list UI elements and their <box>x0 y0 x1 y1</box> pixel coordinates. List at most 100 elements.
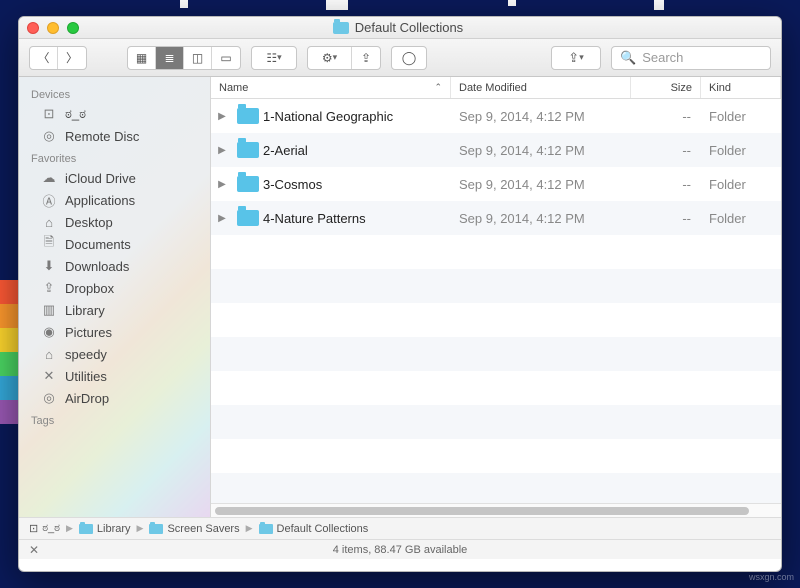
share-button[interactable]: ⇪ <box>352 47 380 69</box>
column-header-date[interactable]: Date Modified <box>451 77 631 98</box>
file-name: 1-National Geographic <box>263 109 451 124</box>
path-separator-icon: ▶ <box>246 523 253 534</box>
sidebar-section-label: Devices <box>19 83 210 103</box>
sidebar-item-label: Library <box>65 303 105 318</box>
tags-button[interactable]: ◯ <box>391 46 427 70</box>
sidebar-item-label: AirDrop <box>65 391 109 406</box>
sidebar-item[interactable]: ⇪ Dropbox <box>19 277 210 299</box>
sort-indicator-icon: ⌃ <box>434 82 442 93</box>
path-bar: ⊡ಠ_ಠ▶Library▶Screen Savers▶Default Colle… <box>19 517 781 539</box>
file-size: -- <box>631 211 701 226</box>
file-kind: Folder <box>701 109 781 124</box>
sidebar-item-label: Applications <box>65 193 135 208</box>
file-row[interactable]: ▶ 4-Nature PatternsSep 9, 2014, 4:12 PM--… <box>211 201 781 235</box>
sidebar-item[interactable]: ◉Pictures <box>19 321 210 343</box>
file-date: Sep 9, 2014, 4:12 PM <box>451 211 631 226</box>
traffic-lights <box>27 22 79 34</box>
disclosure-triangle-icon[interactable]: ▶ <box>211 179 233 190</box>
zoom-button[interactable] <box>67 22 79 34</box>
close-button[interactable] <box>27 22 39 34</box>
arrange-button[interactable]: ☷ ▾ <box>252 47 296 69</box>
file-date: Sep 9, 2014, 4:12 PM <box>451 177 631 192</box>
pathbar-close-button[interactable]: ✕ <box>29 543 39 557</box>
sidebar-item[interactable]: Ⓐ Applications <box>19 189 210 211</box>
search-field[interactable]: 🔍 Search <box>611 46 771 70</box>
column-header-name[interactable]: Name⌃ <box>211 77 451 98</box>
sidebar-item[interactable]: ⊡ ಠ_ಠ <box>19 103 210 125</box>
sidebar-item[interactable]: ⌂ Desktop <box>19 211 210 233</box>
path-crumb[interactable]: ⊡ಠ_ಠ <box>29 522 60 535</box>
path-crumb[interactable]: Library <box>79 523 131 535</box>
arrange-group: ☷ ▾ <box>251 46 297 70</box>
path-crumb-label: Screen Savers <box>167 523 239 535</box>
path-crumb[interactable]: Default Collections <box>259 523 369 535</box>
file-row[interactable]: ▶1-National GeographicSep 9, 2014, 4:12 … <box>211 99 781 133</box>
sidebar-item-icon: ◉ <box>41 324 57 340</box>
sidebar-item-label: speedy <box>65 347 107 362</box>
back-button[interactable]: 〈 <box>30 47 58 69</box>
sidebar-item-icon: Ⓐ <box>41 192 57 208</box>
sidebar-item-label: Desktop <box>65 215 113 230</box>
minimize-button[interactable] <box>47 22 59 34</box>
folder-icon <box>233 176 263 192</box>
dropbox-button[interactable]: ⇪ ▾ <box>551 46 601 70</box>
sidebar-item-icon: ◎ <box>41 390 57 406</box>
sidebar-item[interactable]: ⌂speedy <box>19 343 210 365</box>
sidebar-item[interactable]: ⬇Downloads <box>19 255 210 277</box>
file-kind: Folder <box>701 177 781 192</box>
sidebar-item[interactable]: ◎Remote Disc <box>19 125 210 147</box>
sidebar-item[interactable]: ▥ Library <box>19 299 210 321</box>
file-size: -- <box>631 177 701 192</box>
icon-view-button[interactable]: ▦ <box>128 47 156 69</box>
column-header-kind[interactable]: Kind <box>701 77 781 98</box>
disclosure-triangle-icon[interactable]: ▶ <box>211 213 233 224</box>
file-name: 3-Cosmos <box>263 177 451 192</box>
horizontal-scrollbar[interactable] <box>211 503 781 517</box>
sidebar-item-icon: ⊡ <box>41 106 57 122</box>
list-view-button[interactable]: ≣ <box>156 47 184 69</box>
sidebar-item-icon: 🗎 <box>41 236 57 252</box>
nav-buttons: 〈 〉 <box>29 46 87 70</box>
sidebar-item-label: Utilities <box>65 369 107 384</box>
sidebar-item[interactable]: ☁ iCloud Drive <box>19 167 210 189</box>
file-name: 4-Nature Patterns <box>263 211 451 226</box>
sidebar-item[interactable]: ✕ Utilities <box>19 365 210 387</box>
sidebar-item-icon: ⇪ <box>41 280 57 296</box>
column-header-size[interactable]: Size <box>631 77 701 98</box>
folder-icon <box>233 108 263 124</box>
window-title: Default Collections <box>79 20 717 35</box>
coverflow-view-button[interactable]: ▭ <box>212 47 240 69</box>
sidebar-item-label: iCloud Drive <box>65 171 136 186</box>
sidebar-item-icon: ⌂ <box>41 214 57 230</box>
file-list[interactable]: ▶ 1-National Geographic Sep 9, 2014, 4:12 … <box>211 99 781 503</box>
file-size: -- <box>631 143 701 158</box>
path-crumb[interactable]: Screen Savers <box>149 523 239 535</box>
sidebar-item[interactable]: 🗎Documents <box>19 233 210 255</box>
file-row[interactable]: ▶ 3-CosmosSep 9, 2014, 4:12 PM--Folder <box>211 167 781 201</box>
view-mode-buttons: ▦ ≣ ◫ ▭ <box>127 46 241 70</box>
sidebar-item-label: ಠ_ಠ <box>65 106 86 122</box>
forward-button[interactable]: 〉 <box>58 47 86 69</box>
folder-icon <box>233 142 263 158</box>
disclosure-triangle-icon[interactable]: ▶ <box>211 145 233 156</box>
file-row[interactable]: ▶2-AerialSep 9, 2014, 4:12 PM--Folder <box>211 133 781 167</box>
sidebar-item[interactable]: ◎ AirDrop <box>19 387 210 409</box>
titlebar[interactable]: Default Collections <box>19 17 781 39</box>
dropbox-icon: ⇪ <box>568 50 579 66</box>
folder-icon <box>333 22 349 34</box>
sidebar-item-icon: ☁ <box>41 170 57 186</box>
column-view-button[interactable]: ◫ <box>184 47 212 69</box>
scrollbar-thumb[interactable] <box>215 507 749 515</box>
sidebar-item-icon: ▥ <box>41 302 57 318</box>
column-header-row: Name⌃ Date Modified Size Kind <box>211 77 781 99</box>
file-date: Sep 9, 2014, 4:12 PM <box>451 143 631 158</box>
disclosure-triangle-icon[interactable]: ▶ <box>211 111 233 122</box>
status-bar: ✕ 4 items, 88.47 GB available <box>19 539 781 559</box>
desktop-rainbow-stripes <box>0 280 18 424</box>
status-text: 4 items, 88.47 GB available <box>333 544 468 556</box>
window-title-text: Default Collections <box>355 20 463 35</box>
file-name: 2-Aerial <box>263 143 451 158</box>
sidebar-item-label: Dropbox <box>65 281 114 296</box>
sidebar-item-icon: ✕ <box>41 368 57 384</box>
action-button[interactable]: ⚙ ▾ <box>308 47 352 69</box>
